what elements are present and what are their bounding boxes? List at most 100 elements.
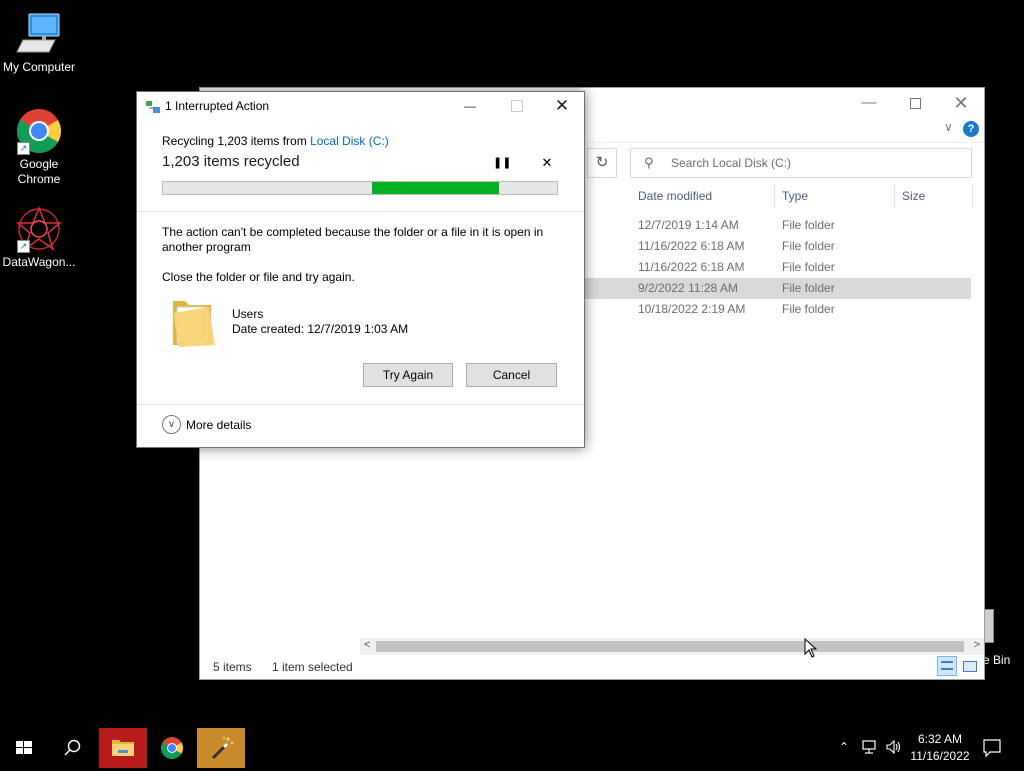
windows-logo-icon bbox=[16, 741, 32, 754]
search-input[interactable]: Search Local Disk (C:) bbox=[671, 156, 791, 170]
chrome-icon bbox=[161, 737, 183, 759]
computer-icon bbox=[15, 10, 63, 58]
show-hidden-icons-chevron-up-icon[interactable]: ⌃ bbox=[839, 740, 849, 754]
status-selection: 1 item selected bbox=[272, 660, 353, 674]
recycling-text: Recycling 1,203 items from bbox=[162, 134, 311, 148]
help-icon[interactable]: ? bbox=[963, 121, 979, 137]
progress-bar-fill bbox=[372, 182, 499, 194]
file-name: Users bbox=[232, 307, 264, 321]
scroll-left-arrow-icon[interactable]: < bbox=[364, 639, 370, 651]
file-row[interactable]: 11/16/2022 6:18 AM File folder bbox=[585, 236, 971, 257]
progress-status: 1,203 items recycled bbox=[162, 153, 300, 170]
start-button[interactable] bbox=[0, 728, 48, 768]
source-link[interactable]: Local Disk (C:) bbox=[310, 134, 389, 148]
search-button[interactable] bbox=[48, 728, 96, 768]
shortcut-arrow-icon: ↗ bbox=[17, 142, 30, 155]
maximize-button[interactable] bbox=[892, 88, 938, 118]
instruction-text: Close the folder or file and try again. bbox=[162, 270, 355, 284]
search-icon bbox=[64, 739, 81, 756]
section-divider bbox=[137, 211, 584, 212]
maximize-icon bbox=[909, 97, 921, 109]
desktop-icon-google-chrome[interactable]: ↗ Google Chrome bbox=[1, 107, 77, 187]
desktop-icon-label: DataWagon... bbox=[2, 255, 76, 269]
column-header-type[interactable]: Type bbox=[782, 184, 808, 208]
mouse-cursor-icon bbox=[804, 637, 818, 658]
dialog-title-icon bbox=[146, 101, 160, 113]
progress-bar bbox=[162, 181, 558, 195]
datawagon-icon: ↗ bbox=[15, 205, 63, 253]
row-date-modified: 11/16/2022 6:18 AM bbox=[638, 260, 745, 274]
clock-time: 6:32 AM bbox=[917, 732, 963, 746]
file-row-selected[interactable]: 9/2/2022 11:28 AM File folder bbox=[585, 278, 971, 299]
refresh-button[interactable]: ↻ bbox=[587, 148, 617, 178]
search-box[interactable]: ⚲ Search Local Disk (C:) bbox=[630, 148, 972, 178]
section-divider bbox=[137, 404, 584, 405]
clock[interactable]: 6:32 AM 11/16/2022 bbox=[905, 731, 975, 765]
large-icons-view-icon bbox=[963, 661, 977, 672]
interrupted-action-dialog: 1 Interrupted Action — ✕ Recycling 1,203… bbox=[136, 91, 585, 448]
volume-icon[interactable] bbox=[886, 739, 902, 755]
dialog-title: 1 Interrupted Action bbox=[165, 99, 270, 113]
refresh-icon: ↻ bbox=[595, 154, 609, 171]
file-row[interactable]: 12/7/2019 1:14 AM File folder bbox=[585, 215, 971, 236]
close-button[interactable]: ✕ bbox=[938, 88, 984, 118]
minimize-button[interactable]: — bbox=[846, 88, 892, 118]
row-type: File folder bbox=[782, 239, 835, 253]
file-row[interactable]: 10/18/2022 2:19 AM File folder bbox=[585, 299, 971, 320]
column-separator bbox=[894, 184, 895, 208]
row-type: File folder bbox=[782, 218, 835, 232]
details-view-button[interactable] bbox=[937, 656, 957, 676]
folder-icon bbox=[171, 293, 217, 349]
ribbon-expand-chevron-icon[interactable]: ∨ bbox=[944, 120, 953, 134]
desktop-icon-label: My Computer bbox=[2, 60, 76, 74]
desktop-icon-my-computer[interactable]: My Computer bbox=[1, 10, 77, 75]
stop-button[interactable]: ✕ bbox=[540, 155, 554, 170]
desktop-icon-datawagon[interactable]: ↗ DataWagon... bbox=[1, 205, 77, 270]
network-icon[interactable] bbox=[862, 740, 880, 754]
maximize-icon bbox=[511, 100, 523, 112]
row-date-modified: 12/7/2019 1:14 AM bbox=[638, 218, 739, 232]
magic-wand-icon bbox=[211, 737, 234, 760]
row-date-modified: 9/2/2022 11:28 AM bbox=[638, 281, 738, 295]
clock-date: 11/16/2022 bbox=[910, 749, 970, 763]
folder-icon bbox=[112, 740, 134, 756]
shortcut-arrow-icon: ↗ bbox=[17, 240, 30, 253]
search-icon: ⚲ bbox=[644, 155, 654, 170]
try-again-button[interactable]: Try Again bbox=[363, 363, 453, 387]
row-date-modified: 10/18/2022 2:19 AM bbox=[638, 302, 746, 316]
taskbar-file-explorer[interactable] bbox=[99, 728, 147, 768]
row-type: File folder bbox=[782, 281, 835, 295]
dialog-maximize-button bbox=[501, 92, 531, 120]
cancel-button[interactable]: Cancel bbox=[466, 363, 557, 387]
column-header-date-modified[interactable]: Date modified bbox=[638, 184, 712, 208]
dialog-minimize-button[interactable]: — bbox=[455, 92, 485, 120]
taskbar-chrome[interactable] bbox=[148, 728, 196, 768]
details-view-icon bbox=[941, 661, 953, 670]
recycle-bin-label: e Bin bbox=[983, 653, 1011, 667]
dialog-close-button[interactable]: ✕ bbox=[547, 92, 577, 120]
column-separator bbox=[774, 184, 775, 208]
large-icons-view-button[interactable] bbox=[960, 657, 978, 675]
taskbar-wizard-app[interactable] bbox=[197, 728, 245, 768]
scrollbar-thumb[interactable] bbox=[376, 641, 964, 652]
recycling-info: Recycling 1,203 items from Local Disk (C… bbox=[162, 134, 389, 148]
horizontal-scrollbar[interactable]: < > bbox=[360, 638, 984, 655]
row-date-modified: 11/16/2022 6:18 AM bbox=[638, 239, 745, 253]
chevron-down-icon: ∨ bbox=[162, 415, 181, 434]
row-type: File folder bbox=[782, 260, 835, 274]
chrome-icon: ↗ bbox=[15, 107, 63, 155]
action-center-button[interactable] bbox=[976, 728, 1020, 768]
scroll-right-arrow-icon[interactable]: > bbox=[974, 639, 980, 651]
stop-icon: ✕ bbox=[541, 155, 553, 170]
notification-icon bbox=[983, 739, 1001, 758]
desktop-icon-label: Google Chrome bbox=[17, 157, 61, 186]
pause-button[interactable]: ❚❚ bbox=[493, 156, 511, 170]
column-separator bbox=[972, 184, 973, 208]
status-item-count: 5 items bbox=[213, 660, 252, 674]
taskbar: ⌃ 6:32 AM 11/16/2022 bbox=[0, 728, 1024, 768]
more-details-label: More details bbox=[186, 418, 252, 432]
error-message: The action can't be completed because th… bbox=[162, 225, 544, 254]
file-row[interactable]: 11/16/2022 6:18 AM File folder bbox=[585, 257, 971, 278]
column-header-size[interactable]: Size bbox=[902, 184, 925, 208]
row-type: File folder bbox=[782, 302, 835, 316]
